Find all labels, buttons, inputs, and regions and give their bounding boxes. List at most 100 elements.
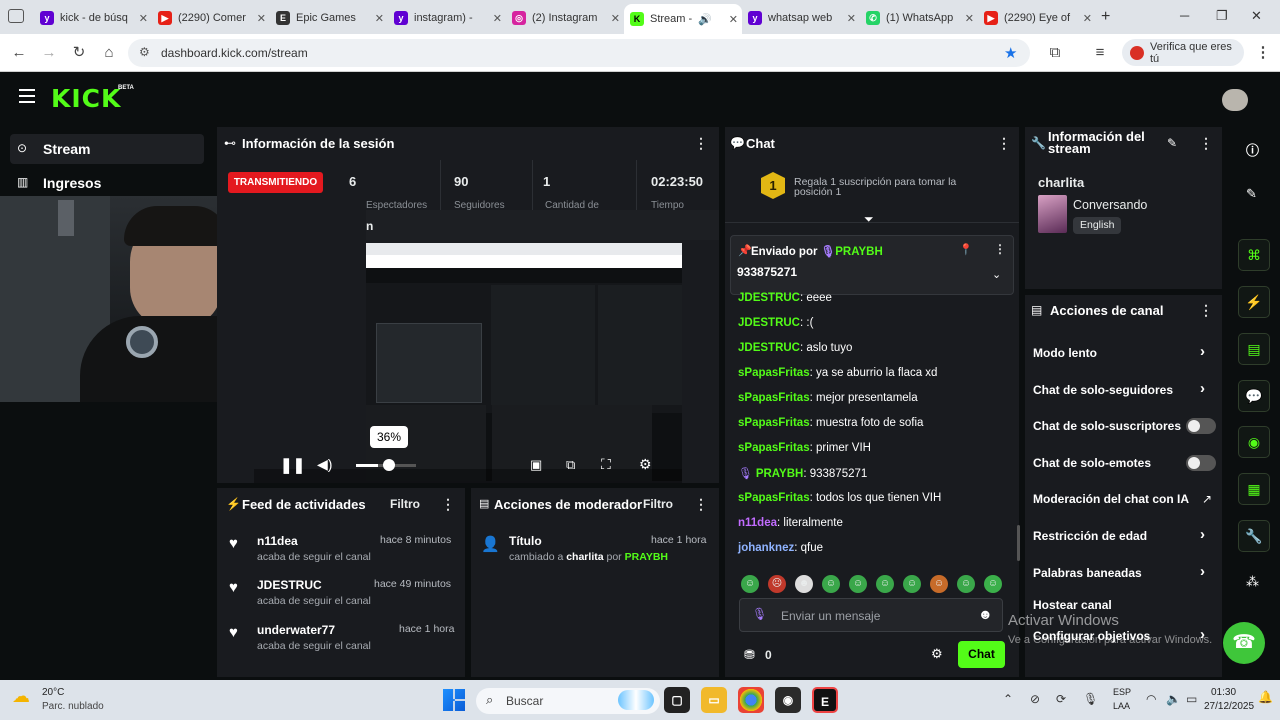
close-tab-icon[interactable]: ✕ bbox=[139, 12, 148, 25]
share-icon[interactable]: ⁂ bbox=[1246, 574, 1259, 590]
browser-tab[interactable]: y instagram) - ✕ bbox=[388, 6, 506, 30]
feed-user[interactable]: underwater77 bbox=[257, 623, 335, 637]
nav-item-ingresos[interactable]: ▥ Ingresos bbox=[10, 169, 204, 197]
mod-menu-icon[interactable]: ⋮ bbox=[694, 496, 708, 513]
wifi-icon[interactable]: ◠ bbox=[1146, 692, 1156, 706]
close-tab-icon[interactable]: ✕ bbox=[375, 12, 384, 25]
chevron-right-icon[interactable]: › bbox=[1200, 343, 1205, 360]
collapse-icon[interactable]: ⏷ bbox=[864, 212, 874, 227]
mod-filter-button[interactable]: Filtro bbox=[643, 497, 673, 511]
rail-document-icon[interactable]: ▤ bbox=[1238, 333, 1270, 365]
user-avatar[interactable] bbox=[1222, 89, 1248, 111]
battery-icon[interactable]: ▭ bbox=[1186, 692, 1197, 706]
nav-item-stream[interactable]: ⊙ Stream bbox=[10, 134, 204, 164]
emote-icon[interactable]: ☺ bbox=[930, 575, 948, 593]
minimize-icon[interactable]: ─ bbox=[1180, 8, 1189, 23]
language-layout[interactable]: LAA bbox=[1113, 701, 1130, 711]
emote-icon[interactable]: ☺ bbox=[957, 575, 975, 593]
action-hostear-canal[interactable]: Hostear canal bbox=[1033, 598, 1112, 612]
close-tab-icon[interactable]: ✕ bbox=[611, 12, 620, 25]
pinned-menu-icon[interactable]: ⋮ bbox=[994, 242, 1006, 256]
site-info-icon[interactable]: ⚙ bbox=[139, 45, 150, 59]
tray-sync-icon[interactable]: ⟳ bbox=[1056, 692, 1066, 706]
browser-menu-icon[interactable]: ⋮ bbox=[1252, 42, 1274, 64]
browser-tab[interactable]: ▶ (2290) Eye of ✕ bbox=[978, 6, 1096, 30]
chat-scrollbar[interactable] bbox=[1017, 525, 1020, 561]
tray-chevron-icon[interactable]: ⌃ bbox=[1003, 692, 1013, 706]
kick-logo[interactable]: KICK bbox=[51, 84, 121, 113]
reload-icon[interactable]: ↻ bbox=[68, 42, 90, 64]
pip-icon[interactable]: ⧉ bbox=[566, 457, 575, 473]
verify-button[interactable]: Verifica que eres tú bbox=[1122, 39, 1244, 66]
maximize-icon[interactable]: ❐ bbox=[1216, 8, 1228, 24]
emotes-only-toggle[interactable] bbox=[1186, 455, 1216, 471]
chevron-right-icon[interactable]: › bbox=[1200, 526, 1205, 543]
info-icon[interactable]: ⓘ bbox=[1246, 140, 1259, 159]
pencil-icon[interactable]: ✎ bbox=[1246, 186, 1257, 202]
action-modo-lento[interactable]: Modo lento bbox=[1033, 346, 1097, 360]
rail-clip-icon[interactable]: ⌘ bbox=[1238, 239, 1270, 271]
rail-broadcast-icon[interactable]: ◉ bbox=[1238, 426, 1270, 458]
epic-games-taskbar-icon[interactable]: E bbox=[812, 687, 838, 713]
fullscreen-icon[interactable]: ⛶ bbox=[601, 456, 611, 473]
chevron-right-icon[interactable]: › bbox=[1200, 563, 1205, 580]
weather-icon[interactable]: ☁ bbox=[12, 686, 30, 707]
emote-icon[interactable]: ☹ bbox=[768, 575, 786, 593]
send-chat-button[interactable]: Chat bbox=[958, 641, 1005, 668]
tray-mic-icon[interactable]: 🎙 bbox=[1083, 692, 1098, 706]
notifications-icon[interactable]: 🔔 bbox=[1258, 690, 1273, 704]
chevron-right-icon[interactable]: › bbox=[1200, 380, 1205, 397]
emote-icon[interactable]: ☺ bbox=[984, 575, 1002, 593]
clock-date[interactable]: 27/12/2025 bbox=[1204, 701, 1254, 712]
browser-tab[interactable]: y kick - de búsq ✕ bbox=[34, 6, 152, 30]
close-window-icon[interactable]: ✕ bbox=[1251, 8, 1262, 24]
external-link-icon[interactable]: ↗ bbox=[1202, 492, 1212, 506]
language-code[interactable]: ESP bbox=[1113, 687, 1131, 697]
action-solo-seguidores[interactable]: Chat de solo-seguidores bbox=[1033, 383, 1173, 397]
stream-info-menu-icon[interactable]: ⋮ bbox=[1199, 135, 1213, 152]
feed-filter-button[interactable]: Filtro bbox=[390, 497, 420, 511]
address-bar[interactable]: ⚙ dashboard.kick.com/stream ★ bbox=[128, 39, 1030, 67]
browser-tab[interactable]: y whatsap web ✕ bbox=[742, 6, 860, 30]
audio-icon[interactable]: 🔊 bbox=[698, 13, 712, 26]
close-tab-icon[interactable]: ✕ bbox=[257, 12, 266, 25]
chat-settings-icon[interactable]: ⚙ bbox=[931, 646, 943, 662]
subs-only-toggle[interactable] bbox=[1186, 418, 1216, 434]
obs-icon[interactable]: ◉ bbox=[775, 687, 801, 713]
speaker-icon[interactable]: 🔈 bbox=[1166, 692, 1181, 706]
browser-tab[interactable]: E Epic Games ✕ bbox=[270, 6, 388, 30]
theater-mode-icon[interactable]: ▣ bbox=[530, 457, 542, 473]
stream-preview[interactable] bbox=[366, 243, 682, 481]
rail-chat-icon[interactable]: 💬 bbox=[1238, 380, 1270, 412]
settings-icon[interactable]: ⚙ bbox=[639, 456, 652, 473]
emote-icon[interactable]: ☺ bbox=[849, 575, 867, 593]
bookmark-star-icon[interactable]: ★ bbox=[1004, 44, 1017, 62]
close-tab-icon[interactable]: ✕ bbox=[1083, 12, 1092, 25]
task-view-icon[interactable]: ▢ bbox=[664, 687, 690, 713]
volume-slider-thumb[interactable] bbox=[383, 459, 395, 471]
action-restriccion-edad[interactable]: Restricción de edad bbox=[1033, 529, 1147, 543]
feed-menu-icon[interactable]: ⋮ bbox=[441, 496, 455, 513]
close-tab-icon[interactable]: ✕ bbox=[965, 12, 974, 25]
clock-time[interactable]: 01:30 bbox=[1211, 687, 1236, 698]
emote-icon[interactable]: ☻ bbox=[795, 575, 813, 593]
tab-overview-icon[interactable] bbox=[8, 9, 24, 23]
rail-layout-icon[interactable]: ▦ bbox=[1238, 473, 1270, 505]
session-menu-icon[interactable]: ⋮ bbox=[694, 135, 708, 152]
emote-icon[interactable]: ☺ bbox=[876, 575, 894, 593]
expand-icon[interactable]: ⌄ bbox=[992, 268, 1001, 281]
feed-user[interactable]: n11dea bbox=[257, 534, 298, 548]
channel-actions-menu-icon[interactable]: ⋮ bbox=[1199, 302, 1213, 319]
help-chat-icon[interactable]: ☎ bbox=[1223, 622, 1265, 664]
file-explorer-icon[interactable]: ▭ bbox=[701, 687, 727, 713]
new-tab-icon[interactable]: + bbox=[1101, 8, 1110, 26]
volume-icon[interactable]: ◀) bbox=[317, 456, 332, 473]
home-icon[interactable]: ⌂ bbox=[98, 42, 120, 64]
browser-tab[interactable]: ◎ (2) Instagram ✕ bbox=[506, 6, 624, 30]
feed-user[interactable]: JDESTRUC bbox=[257, 578, 322, 592]
edit-icon[interactable]: ✎ bbox=[1167, 136, 1177, 150]
forward-icon[interactable]: → bbox=[38, 42, 60, 64]
browser-tab-active[interactable]: K Stream - 🔊 ✕ bbox=[624, 4, 742, 34]
rail-bolt-icon[interactable]: ⚡ bbox=[1238, 286, 1270, 318]
rail-wrench-icon[interactable]: 🔧 bbox=[1238, 520, 1270, 552]
